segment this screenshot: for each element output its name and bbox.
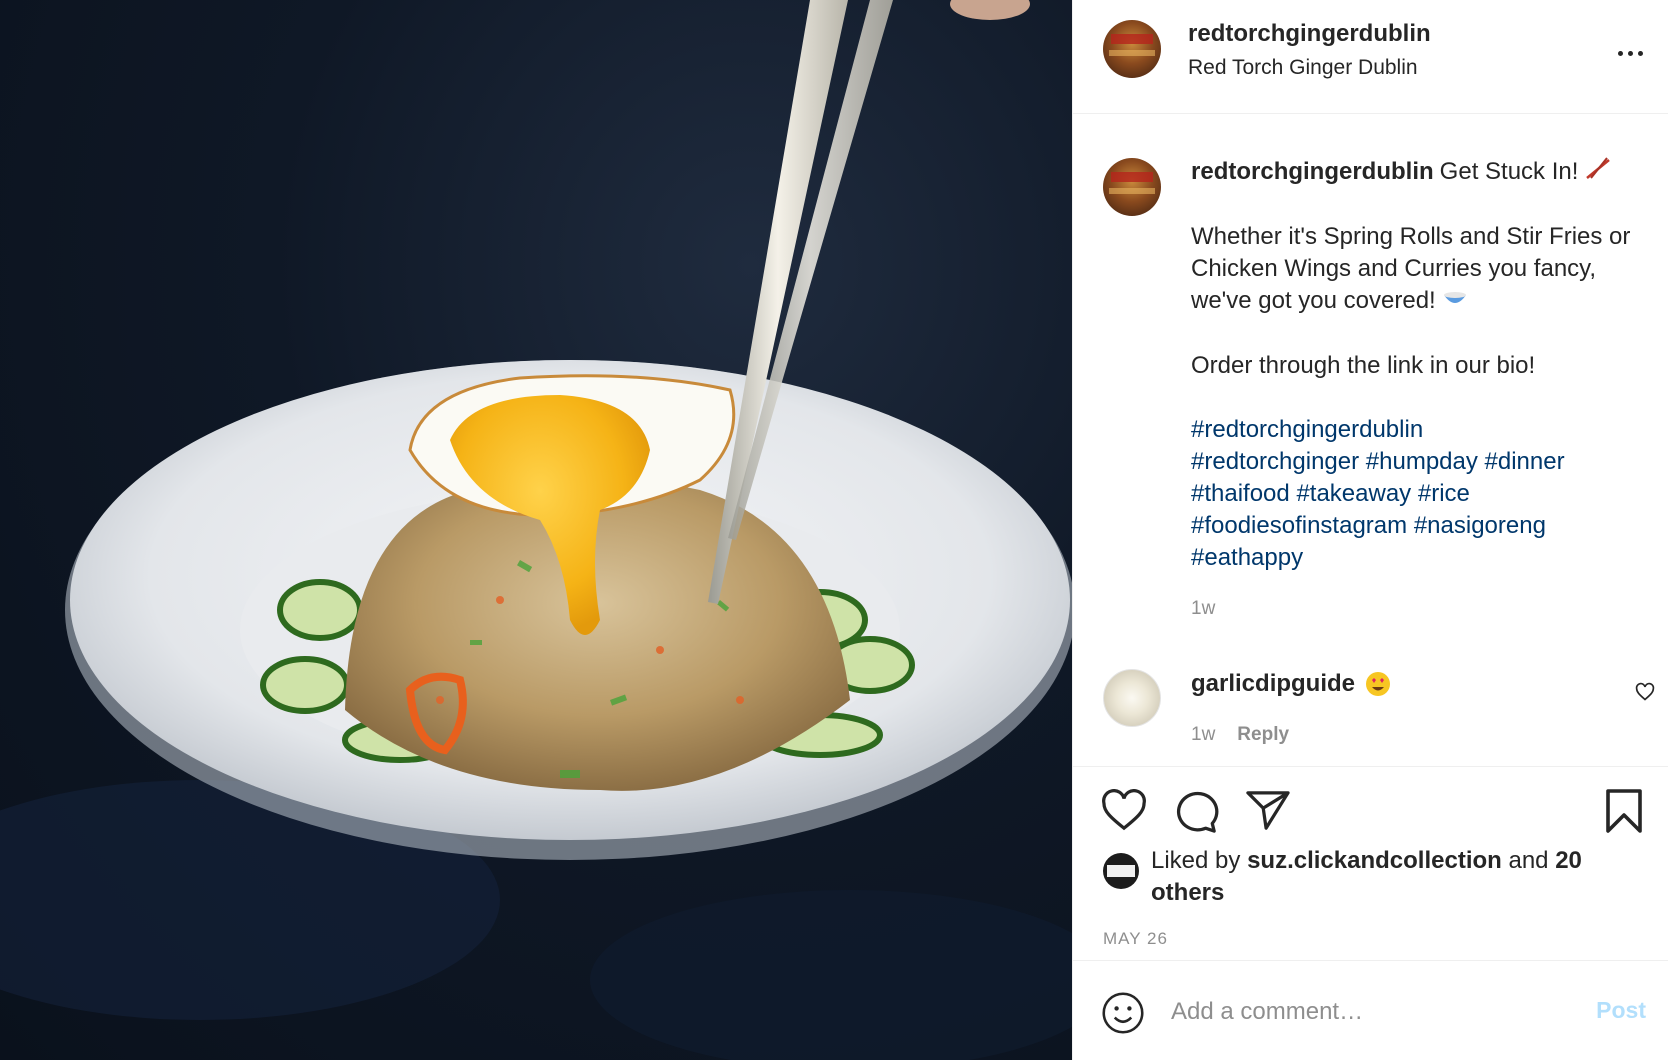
post-actions: Liked by suz.clickandcollection and 20 o… <box>1073 766 1668 960</box>
bookmark-icon <box>1606 789 1642 833</box>
hashtag-link[interactable]: #redtorchgingerdublin <box>1191 416 1423 443</box>
hashtag-link[interactable]: #humpday <box>1366 448 1478 475</box>
post-photo[interactable] <box>0 0 1072 1060</box>
caption-cta: Order through the link in our bio! <box>1191 352 1536 380</box>
more-options-button[interactable] <box>1610 38 1650 68</box>
smiley-icon <box>1102 992 1144 1034</box>
hashtag-link[interactable]: #thaifood <box>1191 480 1290 507</box>
save-button[interactable] <box>1603 789 1645 838</box>
caption-line1: Get Stuck In! <box>1439 158 1586 185</box>
post-header: redtorchgingerdublin Red Torch Ginger Du… <box>1073 0 1668 114</box>
more-horizontal-icon <box>1617 50 1623 56</box>
hashtags: #redtorchgingerdublin #redtorchginger #h… <box>1191 414 1651 574</box>
hashtag-link[interactable]: #dinner <box>1485 448 1565 475</box>
instagram-post: redtorchgingerdublin Red Torch Ginger Du… <box>0 0 1668 1060</box>
post-comment-button[interactable]: Post <box>1596 997 1646 1024</box>
food-photo-illustration <box>0 0 1072 1060</box>
hashtag-link[interactable]: #nasigoreng <box>1414 512 1546 539</box>
emoji-picker-button[interactable] <box>1101 991 1145 1040</box>
comment-bubble-icon <box>1176 791 1219 833</box>
reply-button[interactable]: Reply <box>1237 724 1289 745</box>
comment-body: garlicdipguide <box>1191 670 1391 702</box>
hashtag-link[interactable]: #foodiesofinstagram <box>1191 512 1407 539</box>
post-sidebar: redtorchgingerdublin Red Torch Ginger Du… <box>1072 0 1668 1060</box>
comment-timestamp[interactable]: 1w <box>1191 724 1215 745</box>
author-avatar[interactable] <box>1103 20 1161 78</box>
chopsticks-emoji-icon <box>1585 156 1611 189</box>
caption-paragraph: Whether it's Spring Rolls and Stir Fries… <box>1191 221 1651 318</box>
commenter-avatar[interactable] <box>1103 669 1161 727</box>
hashtag-link[interactable]: #eathappy <box>1191 544 1303 571</box>
caption-text: redtorchgingerdublin Get Stuck In! Whethe… <box>1191 156 1651 574</box>
caption-section: redtorchgingerdublin Get Stuck In! Whethe… <box>1073 114 1668 766</box>
paper-plane-icon <box>1246 791 1290 830</box>
author-username[interactable]: redtorchgingerdublin <box>1188 20 1431 48</box>
post-date[interactable]: MAY 26 <box>1103 929 1168 949</box>
comment-input[interactable] <box>1169 989 1563 1035</box>
heart-outline-icon <box>1102 789 1146 831</box>
hashtag-link[interactable]: #takeaway <box>1296 480 1411 507</box>
liker-avatar[interactable] <box>1103 853 1139 889</box>
liker-username[interactable]: suz.clickandcollection <box>1247 847 1502 874</box>
like-button[interactable] <box>1101 789 1147 836</box>
likes-text: Liked by suz.clickandcollection and 20 o… <box>1151 847 1582 906</box>
hashtag-link[interactable]: #rice <box>1418 480 1470 507</box>
caption-timestamp[interactable]: 1w <box>1191 598 1215 620</box>
comment-meta: 1w Reply <box>1191 724 1289 746</box>
add-comment-bar: Post <box>1073 960 1668 1060</box>
hashtag-link[interactable]: #redtorchginger <box>1191 448 1359 475</box>
caption-author-avatar[interactable] <box>1103 158 1161 216</box>
heart-eyes-emoji-icon <box>1365 671 1391 702</box>
share-button[interactable] <box>1245 789 1291 836</box>
location-link[interactable]: Red Torch Ginger Dublin <box>1188 56 1418 80</box>
commenter-username[interactable]: garlicdipguide <box>1191 670 1355 697</box>
bowl-emoji-icon <box>1442 285 1468 318</box>
heart-outline-icon <box>1635 682 1655 701</box>
comment-button[interactable] <box>1173 789 1219 838</box>
caption-author-username[interactable]: redtorchgingerdublin <box>1191 158 1434 185</box>
comment-like-button[interactable] <box>1635 682 1655 707</box>
